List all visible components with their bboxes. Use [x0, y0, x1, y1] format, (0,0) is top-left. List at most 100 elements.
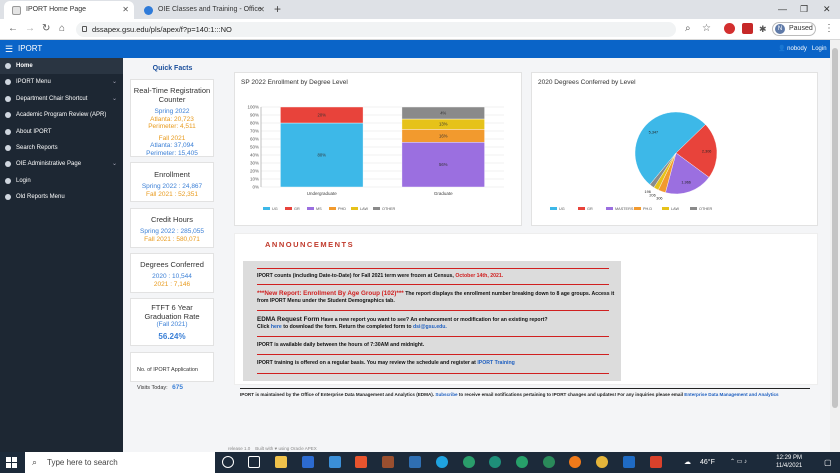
subscribe-link[interactable]: Subscribe	[435, 392, 457, 397]
chevron-down-icon[interactable]: ⌄	[112, 156, 117, 172]
app-icon[interactable]	[543, 456, 555, 468]
chevron-down-icon[interactable]: ⌄	[112, 91, 117, 107]
announcement-text: IPORT training is offered on a regular b…	[257, 360, 476, 366]
pie-label: 306	[656, 197, 662, 201]
iport-training-link[interactable]: IPORT Training	[477, 360, 514, 366]
outlook-icon[interactable]	[623, 456, 635, 468]
sidebar-item-about[interactable]: About IPORT	[0, 124, 123, 140]
hamburger-menu-icon[interactable]: ☰	[5, 40, 13, 58]
sidebar-item-label: Login	[16, 177, 31, 184]
degrees-pie-chart: 5,3472,3061,966306206196UG GR MASTERS PH.D L…	[550, 111, 718, 211]
sidebar-item-label: Academic Program Review (APR)	[16, 112, 107, 119]
notification-icon[interactable]: ▢	[824, 452, 832, 473]
bookmark-star-icon[interactable]: ☆	[702, 22, 711, 36]
app-icon[interactable]	[409, 456, 421, 468]
enrollment-spring: Spring 2022 : 24,867	[141, 183, 203, 190]
announcement-text: IPORT is available daily between the hou…	[257, 342, 425, 348]
sidebar-item-oie-admin[interactable]: OIE Administrative Page ⌄	[0, 156, 123, 172]
legend-label: MASTERS	[615, 207, 634, 211]
app-icon[interactable]	[516, 456, 528, 468]
new-tab-button[interactable]: +	[274, 0, 281, 19]
legend-swatch	[662, 207, 669, 210]
legend-label: UG	[559, 207, 565, 211]
sidebar-item-home[interactable]: Home	[0, 58, 123, 75]
sidebar-item-label: OIE Administrative Page	[16, 161, 82, 168]
app-icon[interactable]	[489, 456, 501, 468]
page-scrollbar[interactable]	[830, 40, 840, 452]
firefox-icon[interactable]	[569, 456, 581, 468]
chevron-down-icon[interactable]: ⌄	[112, 74, 117, 90]
x-tick-label: Graduate	[434, 191, 453, 196]
tab-title: IPORT Home Page	[26, 6, 87, 13]
skype-icon[interactable]	[302, 456, 314, 468]
app-icon[interactable]	[382, 456, 394, 468]
legend-label: PH.D	[643, 207, 652, 211]
email-link[interactable]: dsi@gsu.edu.	[413, 324, 447, 330]
tab-oie-classes[interactable]: OIE Classes and Training - Office ✕	[136, 1, 270, 19]
back-arrow-icon[interactable]: ←	[8, 22, 18, 36]
sidebar-item-iport-menu[interactable]: IPORT Menu ⌄	[0, 74, 123, 90]
login-icon	[5, 177, 11, 184]
app-icon[interactable]	[463, 456, 475, 468]
login-link[interactable]: Login	[812, 46, 827, 52]
announcement-date: October 14th, 2021.	[455, 273, 504, 279]
sidebar-item-label: Home	[16, 63, 33, 69]
download-form-link[interactable]: here	[271, 324, 282, 330]
weather-icon[interactable]: ☁	[684, 452, 691, 473]
sidebar-item-login[interactable]: Login	[0, 173, 123, 189]
scrollbar-thumb[interactable]	[832, 48, 838, 408]
reload-icon[interactable]: ↻	[42, 22, 50, 36]
app-icon[interactable]	[650, 456, 662, 468]
search-icon: ⌕	[32, 457, 38, 467]
task-view-icon[interactable]	[248, 456, 260, 468]
weather-temp[interactable]: 46°F	[700, 452, 715, 473]
menu-dots-icon[interactable]: ⋮	[824, 22, 834, 36]
extensions-puzzle-icon[interactable]: ✱	[759, 22, 767, 36]
y-tick-label: 30%	[250, 161, 259, 166]
legend-label: OTHER	[382, 207, 396, 211]
y-tick-label: 20%	[250, 169, 259, 174]
edge-icon[interactable]	[436, 456, 448, 468]
home-icon[interactable]: ⌂	[59, 22, 65, 36]
degrees-2021: 2021 : 7,146	[153, 280, 191, 288]
cortana-icon[interactable]	[222, 456, 234, 468]
edma-email-link[interactable]: Enterprise Data Management and Analytics	[684, 392, 778, 397]
enrollment-bar-chart: 100% 90% 80% 70% 60% 50% 40% 30% 20% 10% 0% 80% 20% U…	[247, 105, 504, 211]
tray-icons[interactable]: ⌃ ▭ ♪	[730, 452, 747, 473]
sidebar-item-apr[interactable]: Academic Program Review (APR)	[0, 107, 123, 123]
profile-button[interactable]: N Paused	[772, 22, 816, 36]
forward-arrow-icon[interactable]: →	[25, 22, 35, 36]
minimize-button[interactable]: —	[778, 0, 787, 18]
sidebar-item-search-reports[interactable]: Search Reports	[0, 140, 123, 156]
chrome-icon[interactable]	[596, 456, 608, 468]
file-explorer-icon[interactable]	[275, 456, 287, 468]
sidebar-item-department-chair[interactable]: Department Chair Shortcut ⌄	[0, 91, 123, 107]
data-label: 56%	[439, 162, 448, 167]
search-placeholder: Type here to search	[47, 458, 118, 467]
app-footer: release 1.0 Built with ♥ using Oracle AP…	[228, 446, 317, 451]
url-bar[interactable]: dssapex.gsu.edu/pls/apex/f?p=140:1:::NO	[76, 22, 676, 37]
clock[interactable]: 12:29 PM 11/4/2021	[776, 452, 802, 470]
slides-icon[interactable]	[355, 456, 367, 468]
taskbar-search[interactable]: ⌕ Type here to search	[25, 452, 215, 473]
card-title: Enrollment	[154, 170, 190, 179]
zoom-search-icon[interactable]: ⌕	[685, 22, 691, 36]
sidebar-item-old-reports[interactable]: Old Reports Menu	[0, 189, 123, 205]
extension-record-icon[interactable]	[742, 23, 753, 34]
close-tab-icon[interactable]: ✕	[122, 1, 129, 19]
card-title: Degrees Conferred	[140, 260, 204, 269]
clock-time: 12:29 PM	[776, 455, 802, 461]
close-window-button[interactable]: ✕	[823, 0, 831, 18]
lock-icon	[82, 26, 87, 32]
app-icon[interactable]	[329, 456, 341, 468]
legend-swatch	[285, 207, 292, 210]
spring-heading: Spring 2022	[154, 108, 190, 115]
maximize-button[interactable]: ❐	[800, 0, 808, 18]
tab-iport-home[interactable]: IPORT Home Page ✕	[4, 1, 134, 19]
app-brand[interactable]: IPORT	[18, 40, 42, 58]
extension-red-icon[interactable]	[724, 23, 735, 34]
announcement-hours: IPORT is available daily between the hou…	[257, 342, 617, 349]
announcement-edma-form: EDMA Request Form Have a new report you …	[257, 316, 617, 331]
close-tab-icon[interactable]: ✕	[258, 1, 265, 19]
windows-start-icon[interactable]	[6, 457, 17, 468]
